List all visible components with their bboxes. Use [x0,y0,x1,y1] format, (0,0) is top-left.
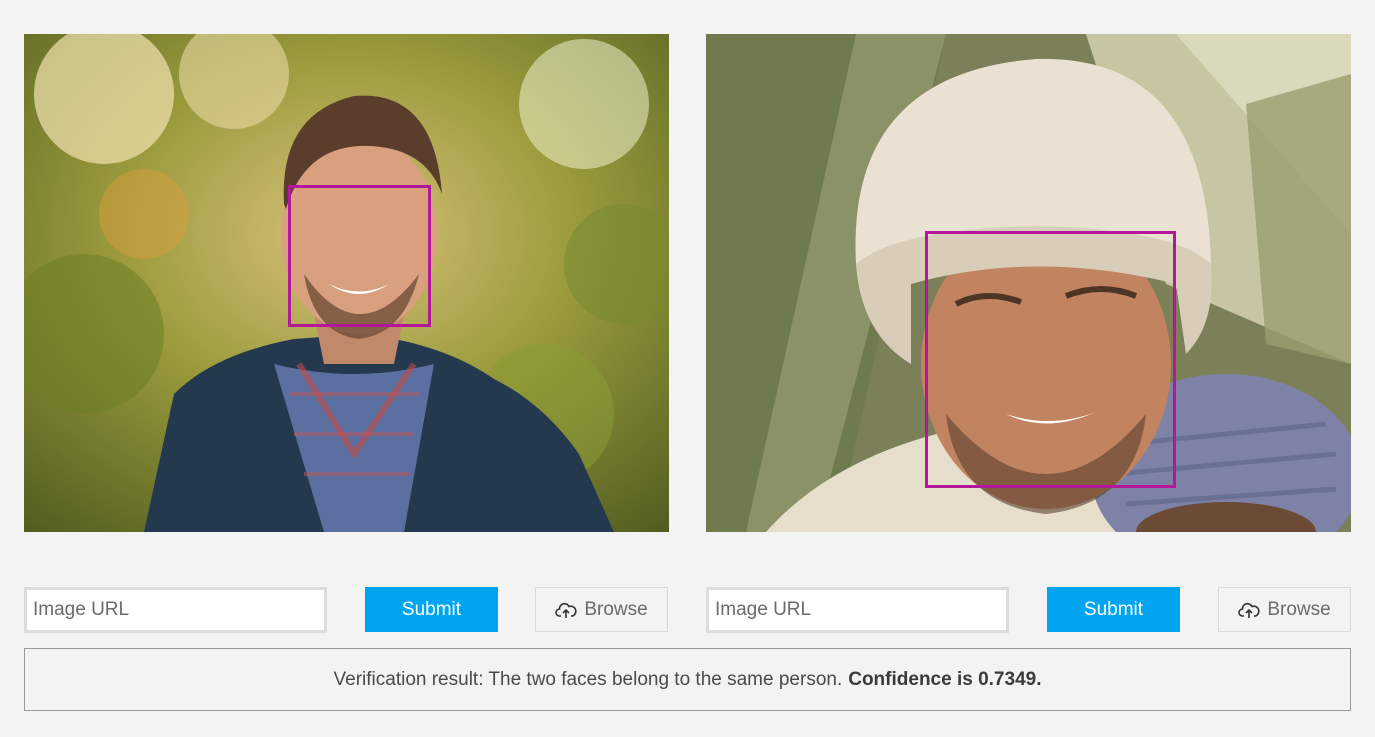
right-submit-button[interactable]: Submit [1047,587,1180,632]
right-image-url-input[interactable] [706,587,1009,633]
browse-label: Browse [1267,598,1331,620]
verification-result-text: Verification result: The two faces belon… [333,668,843,690]
left-browse-button[interactable]: Browse [535,587,668,632]
left-submit-button[interactable]: Submit [365,587,498,632]
right-image-panel [706,34,1351,532]
left-image-panel [24,34,669,532]
verification-result-box: Verification result: The two faces belon… [24,648,1351,711]
detected-face-box [288,185,431,327]
left-image-url-input[interactable] [24,587,327,633]
detected-face-box [925,231,1176,488]
cloud-upload-icon [1238,601,1260,619]
cloud-upload-icon [555,601,577,619]
browse-label: Browse [584,598,648,620]
right-browse-button[interactable]: Browse [1218,587,1351,632]
confidence-text: Confidence is 0.7349. [848,668,1042,690]
face-verification-page: Submit Browse Submit Browse Verification… [0,0,1375,737]
